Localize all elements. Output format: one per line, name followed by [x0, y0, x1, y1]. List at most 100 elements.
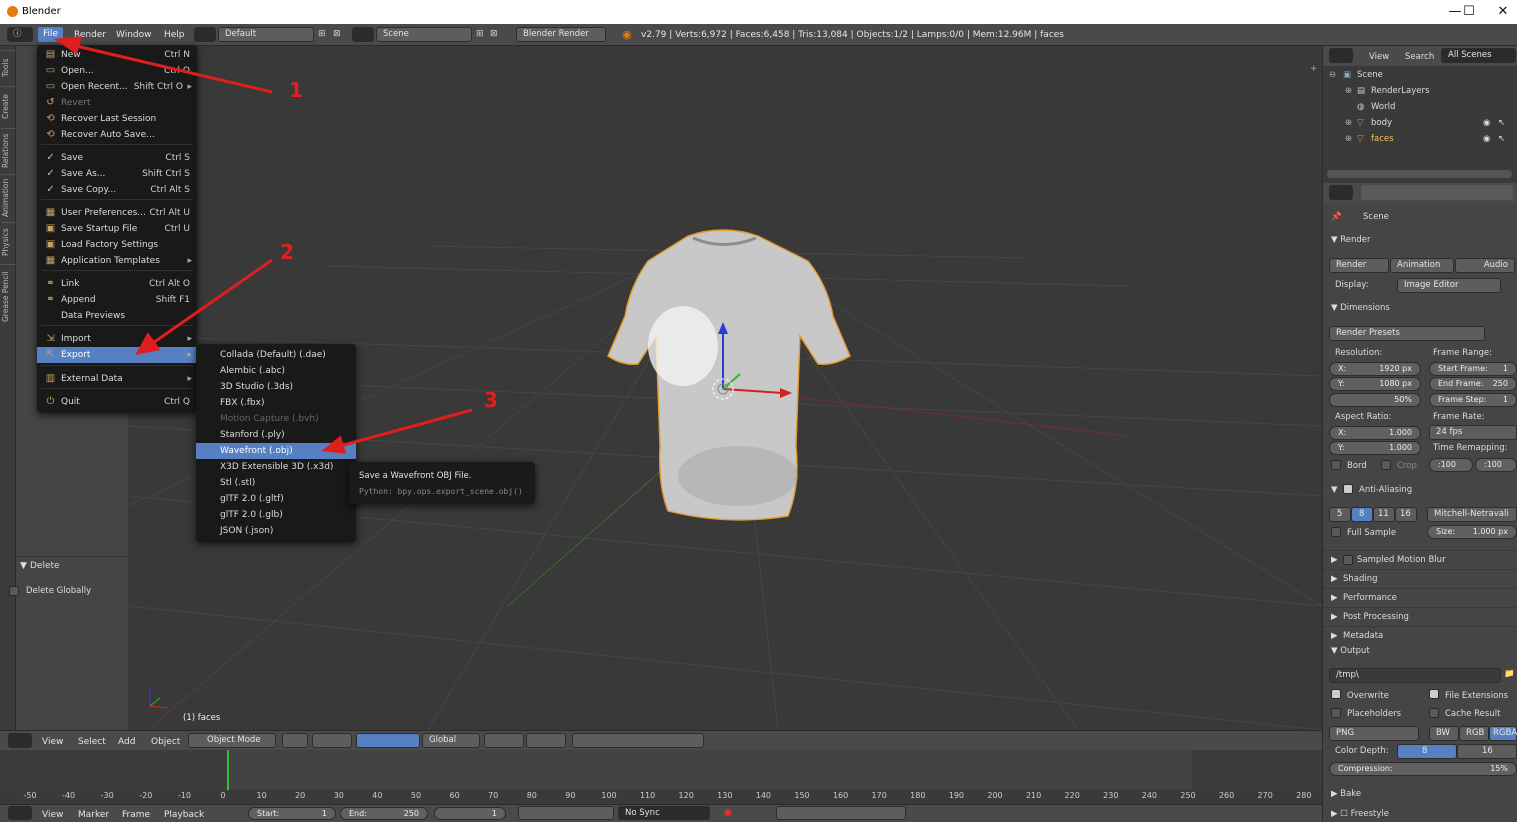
layers-grid-2[interactable]	[526, 733, 566, 748]
frame-rate-select[interactable]: 24 fps	[1429, 425, 1517, 440]
panel-shading[interactable]: ▶ Shading	[1323, 569, 1517, 588]
file-menu-recover-last-session[interactable]: ⟲ Recover Last Session	[37, 111, 197, 127]
properties-context-tabs[interactable]	[1361, 185, 1513, 200]
select-cursor-icon[interactable]: ↖	[1498, 134, 1505, 144]
overwrite-checkbox[interactable]	[1331, 689, 1341, 699]
playback-controls[interactable]	[518, 806, 614, 820]
end-frame-input[interactable]: End: 250	[340, 807, 428, 820]
outliner-renderlayers[interactable]: RenderLayers	[1371, 86, 1429, 96]
file-menu-export[interactable]: ⇱ Export ▸	[37, 347, 197, 363]
layout-select[interactable]: Default	[218, 27, 314, 42]
timeline[interactable]: -50 -40 -30 -20 -10 0 10 20 30 40 50 60 70 80 90 100 110…	[0, 750, 1322, 804]
file-menu-external-data[interactable]: ▥ External Data ▸	[37, 371, 197, 387]
viewport-expand-icon[interactable]: +	[1310, 64, 1318, 74]
menu-render[interactable]: Render	[74, 30, 106, 40]
outliner-editor-icon[interactable]	[1329, 48, 1353, 63]
file-extensions-checkbox[interactable]	[1429, 689, 1439, 699]
render-engine-select[interactable]: Blender Render	[516, 27, 606, 42]
tab-animation[interactable]: Animation	[1, 174, 15, 220]
maximize-button[interactable]: ☐	[1454, 2, 1484, 22]
export-gltf-2-0-glb[interactable]: glTF 2.0 (.glb)	[196, 507, 356, 523]
file-menu-import[interactable]: ⇲ Import ▸	[37, 331, 197, 347]
visibility-eye-icon[interactable]: ◉	[1483, 134, 1490, 144]
delete-globally-checkbox[interactable]	[9, 586, 19, 596]
export-x3d-extensible-3d-x3d[interactable]: X3D Extensible 3D (.x3d)	[196, 459, 356, 475]
panel-metadata[interactable]: ▶ Metadata	[1323, 626, 1517, 645]
current-frame-marker[interactable]	[227, 750, 229, 790]
close-button[interactable]: ✕	[1488, 2, 1517, 22]
tab-relations[interactable]: Relations	[1, 128, 15, 172]
motion-blur-checkbox[interactable]	[1343, 555, 1353, 565]
outliner-menu-search[interactable]: Search	[1405, 52, 1434, 62]
color-mode-rgba[interactable]: RGBA	[1489, 726, 1517, 741]
file-menu-recover-auto-save[interactable]: ⟲ Recover Auto Save...	[37, 127, 197, 143]
output-path-field[interactable]: /tmp\	[1329, 668, 1501, 683]
file-menu-user-preferences[interactable]: ▦ User Preferences... Ctrl Alt U	[37, 205, 197, 221]
file-menu-quit[interactable]: ⏻ Quit Ctrl Q	[37, 394, 197, 410]
manipulator-buttons[interactable]	[356, 733, 420, 748]
aa-samples-5[interactable]: 5	[1329, 507, 1351, 522]
export-alembic-abc[interactable]: Alembic (.abc)	[196, 363, 356, 379]
remove-scene-icon[interactable]: ⊠	[490, 29, 498, 39]
border-checkbox[interactable]	[1331, 460, 1341, 470]
file-menu-save-startup-file[interactable]: ▣ Save Startup File Ctrl U	[37, 221, 197, 237]
outliner-menu-view[interactable]: View	[1369, 52, 1389, 62]
start-frame-field[interactable]: Start Frame: 1	[1429, 362, 1517, 376]
timeline-menu-view[interactable]: View	[42, 810, 63, 820]
file-menu-revert[interactable]: ↺ Revert	[37, 95, 197, 111]
keying-set-field[interactable]	[776, 806, 906, 820]
timeline-menu-marker[interactable]: Marker	[78, 810, 109, 820]
select-cursor-icon[interactable]: ↖	[1498, 118, 1505, 128]
color-mode-bw[interactable]: BW	[1429, 726, 1459, 741]
file-menu-application-templates[interactable]: ▦ Application Templates ▸	[37, 253, 197, 269]
aa-size-field[interactable]: Size: 1.000 px	[1427, 525, 1517, 539]
export-3d-studio-3ds[interactable]: 3D Studio (.3ds)	[196, 379, 356, 395]
aspect-x-field[interactable]: X: 1.000	[1329, 426, 1421, 440]
freestyle-panel-title[interactable]: ▶ ☐ Freestyle	[1331, 809, 1389, 819]
file-menu-open[interactable]: ▭ Open... Ctrl O	[37, 63, 197, 79]
pivot-select[interactable]	[312, 733, 352, 748]
add-scene-icon[interactable]: ⊞	[476, 29, 484, 39]
audio-button[interactable]: Audio	[1455, 258, 1515, 273]
outliner-filter-select[interactable]: All Scenes	[1441, 48, 1516, 63]
viewport-editor-icon[interactable]	[8, 733, 32, 748]
menu-file[interactable]: File	[38, 27, 64, 42]
panel-post-processing[interactable]: ▶ Post Processing	[1323, 607, 1517, 626]
layers-grid-1[interactable]	[484, 733, 524, 748]
outliner-scrollbar[interactable]	[1327, 170, 1512, 178]
menu-help[interactable]: Help	[164, 30, 185, 40]
file-menu-data-previews[interactable]: Data Previews	[37, 308, 197, 324]
outliner-world[interactable]: World	[1371, 102, 1395, 112]
current-frame-input[interactable]: 1	[434, 807, 506, 820]
export-motion-capture-bvh[interactable]: Motion Capture (.bvh)	[196, 411, 356, 427]
time-remap-old-field[interactable]: :100	[1429, 458, 1473, 472]
outliner-faces[interactable]: faces	[1371, 134, 1394, 144]
folder-browse-icon[interactable]: 📁	[1504, 669, 1515, 679]
operator-panel-header[interactable]: ▼ Delete	[16, 556, 128, 574]
record-icon[interactable]: ●	[724, 808, 732, 818]
color-depth-16[interactable]: 16	[1457, 744, 1517, 759]
resolution-x-field[interactable]: X: 1920 px	[1329, 362, 1421, 376]
export-collada-default-dae[interactable]: Collada (Default) (.dae)	[196, 347, 356, 363]
viewport-menu-object[interactable]: Object	[151, 737, 180, 747]
tab-physics[interactable]: Physics	[1, 222, 15, 262]
viewport-menu-view[interactable]: View	[42, 737, 63, 747]
file-menu-link[interactable]: ⚭ Link Ctrl Alt O	[37, 276, 197, 292]
resolution-y-field[interactable]: Y: 1080 px	[1329, 377, 1421, 391]
file-menu-open-recent[interactable]: ▭ Open Recent... Shift Ctrl O ▸	[37, 79, 197, 95]
tab-grease-pencil[interactable]: Grease Pencil	[1, 264, 15, 328]
dimensions-panel-title[interactable]: ▼ Dimensions	[1331, 303, 1390, 313]
outliner-body[interactable]: body	[1371, 118, 1392, 128]
editor-type-icon[interactable]: ⓘ	[7, 27, 33, 42]
file-menu-save-as[interactable]: ✓ Save As... Shift Ctrl S	[37, 166, 197, 182]
aa-samples-8[interactable]: 8	[1351, 507, 1373, 522]
export-stanford-ply[interactable]: Stanford (.ply)	[196, 427, 356, 443]
export-wavefront-obj[interactable]: Wavefront (.obj)	[196, 443, 356, 459]
render-presets-select[interactable]: Render Presets	[1329, 326, 1485, 341]
render-button[interactable]: Render	[1329, 258, 1389, 273]
tab-create[interactable]: Create	[1, 86, 15, 126]
file-menu-save[interactable]: ✓ Save Ctrl S	[37, 150, 197, 166]
display-select[interactable]: Image Editor	[1397, 278, 1501, 293]
cache-result-checkbox[interactable]	[1429, 708, 1439, 718]
animation-button[interactable]: Animation	[1390, 258, 1454, 273]
